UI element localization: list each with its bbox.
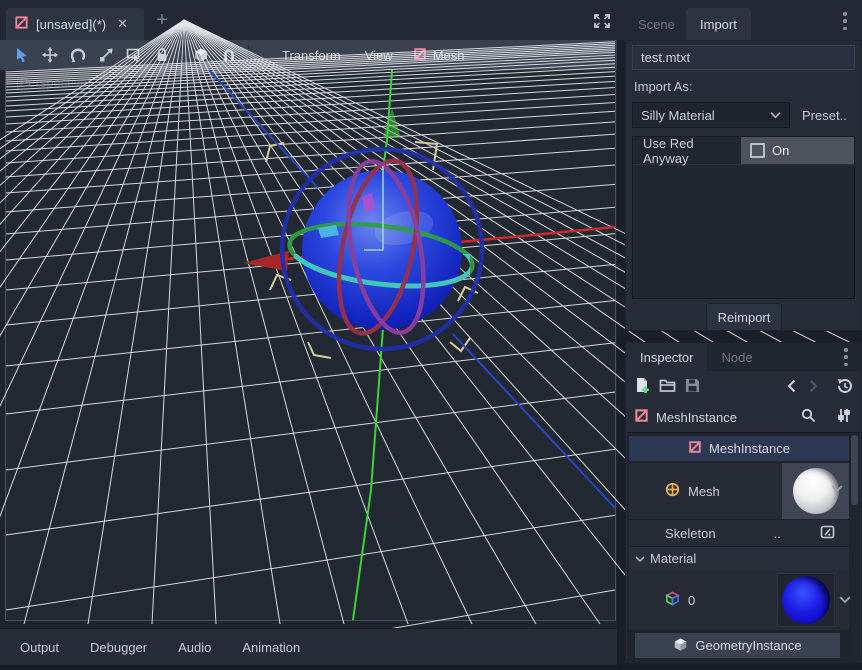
3d-viewport[interactable]: [Perspective] <box>5 70 616 621</box>
object-history-icon[interactable] <box>837 378 853 397</box>
category-geometryinstance[interactable]: GeometryInstance <box>635 633 840 658</box>
window-bottom-edge <box>0 665 862 670</box>
move-tool-icon[interactable] <box>36 42 64 68</box>
bottom-debugger-button[interactable]: Debugger <box>84 637 153 658</box>
category-label: MeshInstance <box>709 441 790 456</box>
inspector-scrollbar-thumb[interactable] <box>851 435 858 505</box>
reimport-button[interactable]: Reimport <box>706 303 782 331</box>
mesh-resource-icon <box>665 482 680 500</box>
bottom-output-button[interactable]: Output <box>14 637 65 658</box>
tab-node[interactable]: Node <box>707 343 766 371</box>
mesh-property-label: Mesh <box>688 484 720 499</box>
bottom-audio-button[interactable]: Audio <box>172 637 217 658</box>
inspector-tab-bar: Inspector Node <box>626 343 861 371</box>
save-floppy-icon[interactable] <box>685 378 700 396</box>
import-file-name: test.mtxt <box>632 45 855 70</box>
inspector-toolbar <box>626 373 861 401</box>
tab-inspector[interactable]: Inspector <box>626 343 707 371</box>
godot-editor-window: { "scene_tabs": { "tab_label": "[unsaved… <box>0 0 862 670</box>
material-section-header[interactable]: Material <box>629 546 849 570</box>
meshinstance-icon <box>14 15 29 33</box>
tab-import[interactable]: Import <box>686 8 751 40</box>
inspector-dock: Inspector Node <box>625 342 862 663</box>
close-icon[interactable]: ✕ <box>117 16 128 32</box>
rotate-tool-icon[interactable] <box>64 42 92 68</box>
importer-dropdown-value: Silly Material <box>641 108 715 123</box>
skeleton-label: Skeleton <box>665 526 716 541</box>
import-properties: Use Red Anyway On <box>632 136 855 299</box>
material-section-label: Material <box>650 551 696 566</box>
scene-tab-unsaved[interactable]: [unsaved](*) ✕ <box>6 8 144 40</box>
preset-button[interactable]: Preset.. <box>796 102 853 128</box>
mesh-property-row: Mesh <box>629 463 782 519</box>
skeleton-value[interactable]: .. <box>774 526 820 541</box>
skeleton-property-row: Skeleton .. <box>629 519 849 546</box>
bottom-animation-button[interactable]: Animation <box>236 637 306 658</box>
material-slot-label: 0 <box>688 593 695 608</box>
scene-tab-label: [unsaved](*) <box>36 17 106 32</box>
category-meshinstance[interactable]: MeshInstance <box>629 436 849 461</box>
grid-lateral-lines <box>6 42 615 670</box>
import-as-label: Import As: <box>634 79 693 94</box>
material-resource-icon <box>665 591 680 609</box>
scene-tab-bar: [unsaved](*) ✕ + Scene Import <box>0 0 862 40</box>
chevron-down-icon <box>770 111 781 119</box>
property-row: Use Red Anyway On <box>633 137 854 165</box>
cube-icon <box>673 637 688 655</box>
viewport-container: [Perspective] <box>0 70 617 628</box>
chevron-down-icon[interactable] <box>839 595 851 604</box>
select-tool-icon[interactable] <box>8 42 36 68</box>
property-name: Use Red Anyway <box>633 136 741 166</box>
checkbox-icon[interactable] <box>750 143 765 158</box>
material-preview-sphere <box>782 576 830 624</box>
importer-dropdown[interactable]: Silly Material <box>632 102 790 128</box>
import-dock: test.mtxt Import As: Silly Material Pres… <box>625 40 862 331</box>
node-path-assign-icon[interactable] <box>820 525 835 542</box>
dock-menu-dots-icon[interactable] <box>843 12 847 30</box>
expand-viewport-icon[interactable] <box>593 13 613 29</box>
inspected-object-name: MeshInstance <box>656 410 794 425</box>
history-back-icon[interactable] <box>787 379 796 396</box>
chevron-down-icon[interactable] <box>831 484 843 493</box>
property-value-toggle[interactable]: On <box>741 137 854 164</box>
load-folder-icon[interactable] <box>659 378 676 396</box>
history-forward-icon[interactable] <box>809 379 818 396</box>
inspector-properties: MeshInstance Mesh Skeleton .. <box>627 432 860 663</box>
perspective-label[interactable]: [Perspective] <box>16 75 91 90</box>
search-icon[interactable] <box>801 408 816 426</box>
meshinstance-icon <box>688 440 702 457</box>
inspector-object-row: MeshInstance <box>626 403 861 431</box>
material-resource-picker[interactable] <box>777 573 835 627</box>
meshinstance-icon <box>634 408 649 426</box>
section-collapse-icon <box>635 555 645 563</box>
new-resource-icon[interactable] <box>634 377 650 397</box>
checkbox-label: On <box>772 143 789 158</box>
inspector-menu-dots-icon[interactable] <box>844 348 848 366</box>
tune-sliders-icon[interactable] <box>837 408 851 426</box>
category-label: GeometryInstance <box>695 638 801 653</box>
bottom-panel-bar: Output Debugger Audio Animation <box>0 628 617 665</box>
tab-scene[interactable]: Scene <box>624 8 689 40</box>
